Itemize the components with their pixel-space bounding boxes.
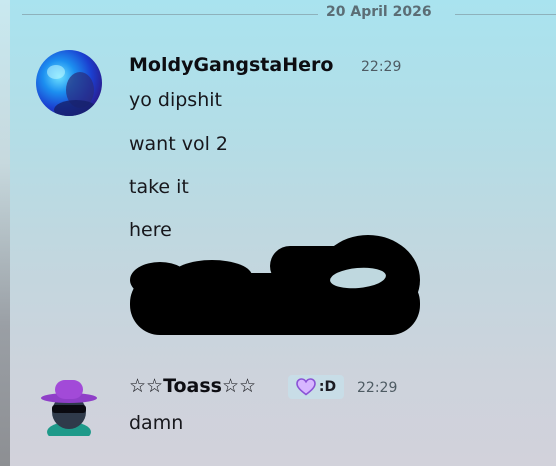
divider-line-right	[455, 14, 556, 15]
message-timestamp[interactable]: 22:29	[357, 380, 397, 396]
user-tag-badge[interactable]: :D	[288, 375, 344, 399]
hat-sunglasses-avatar-icon	[41, 380, 97, 436]
avatar-photo-icon	[36, 50, 102, 116]
message-text: damn	[129, 412, 184, 434]
window-edge	[0, 0, 10, 466]
message-timestamp[interactable]: 22:29	[361, 59, 401, 75]
user-avatar[interactable]	[38, 374, 100, 436]
divider-line-left	[22, 14, 318, 15]
message-text: yo dipshit	[129, 89, 222, 111]
purple-heart-icon	[296, 378, 316, 396]
user-tag-text: :D	[318, 379, 337, 395]
message-text: want vol 2	[129, 133, 228, 155]
redaction-scribble	[130, 235, 420, 335]
user-avatar[interactable]	[36, 50, 102, 116]
author-name[interactable]: ☆☆Toass☆☆	[129, 375, 256, 397]
divider-date: 20 April 2026	[326, 4, 432, 20]
author-name[interactable]: MoldyGangstaHero	[129, 54, 333, 76]
message-text: take it	[129, 176, 189, 198]
